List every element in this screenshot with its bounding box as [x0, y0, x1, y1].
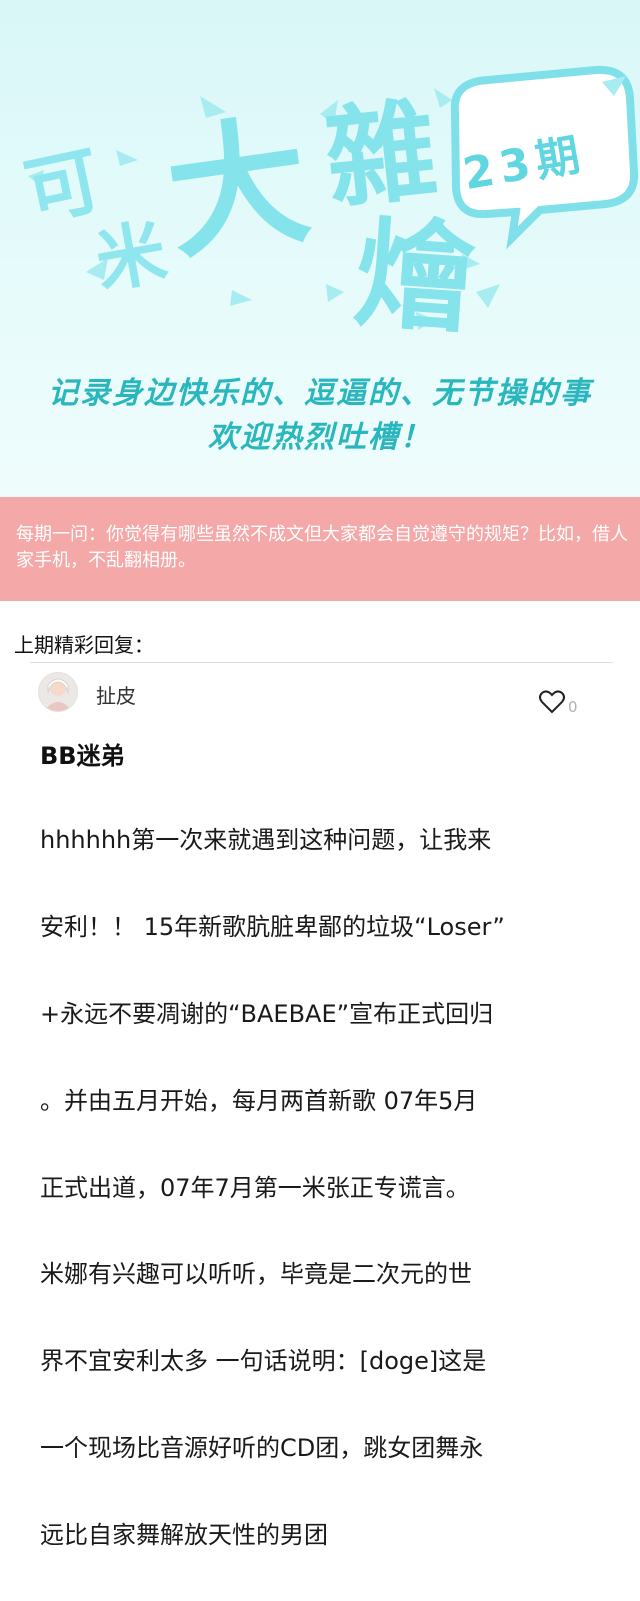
header-banner: 可 米 大 雜 燴 23期 记录身边快乐的、逗逼的、无节操的事 欢迎热烈吐槽！ — [0, 0, 640, 497]
title-char-4: 雜 — [319, 85, 443, 225]
divider — [30, 662, 613, 663]
title-char-1: 可 — [17, 137, 109, 237]
reply-body-line: 远比自家舞解放天性的男团 — [40, 1520, 328, 1549]
reply-body-line: +永远不要凋谢的“BAEBAE”宣布正式回归 — [40, 1000, 494, 1029]
tagline-line-2: 欢迎热烈吐槽！ — [208, 420, 432, 455]
avatar[interactable] — [38, 672, 78, 712]
reply-body-line: 界不宜安利太多 一句话说明：[doge]这是 — [40, 1347, 487, 1376]
tagline-line-1: 记录身边快乐的、逗逼的、无节操的事 — [48, 376, 592, 411]
reply-title: BB迷弟 — [40, 742, 125, 770]
reply-body-line: 正式出道，07年7月第一米张正专谎言。 — [40, 1173, 470, 1202]
previous-highlights-label: 上期精彩回复： — [14, 633, 154, 657]
heart-outline-icon — [539, 690, 565, 714]
reply-body-line: hhhhhh第一次来就遇到这种问题，让我来 — [40, 826, 492, 855]
like-count: 0 — [568, 698, 578, 716]
user-avatar-icon — [44, 678, 72, 711]
reply-body-line: 一个现场比音源好听的CD团，跳女团舞永 — [40, 1434, 484, 1463]
reply-body-line: 。并由五月开始，每月两首新歌 07年5月 — [40, 1086, 478, 1115]
weekly-question: 每期一问：你觉得有哪些虽然不成文但大家都会自觉遵守的规矩？比如，借人家手机，不乱… — [0, 497, 640, 601]
title-char-2: 米 — [89, 210, 173, 304]
reply-body-line: 安利！！ 15年新歌肮脏卑鄙的垃圾“Loser” — [40, 913, 505, 942]
reply-user-name[interactable]: 扯皮 — [96, 680, 136, 709]
title-char-3: 大 — [157, 99, 319, 280]
like-button[interactable]: 0 — [538, 690, 578, 716]
title-char-5: 燴 — [351, 204, 479, 350]
reply-body-line: 米娜有兴趣可以听听，毕竟是二次元的世 — [40, 1260, 472, 1289]
reply-body: hhhhhh第一次来就遇到这种问题，让我来 安利！！ 15年新歌肮脏卑鄙的垃圾“… — [40, 776, 596, 1601]
